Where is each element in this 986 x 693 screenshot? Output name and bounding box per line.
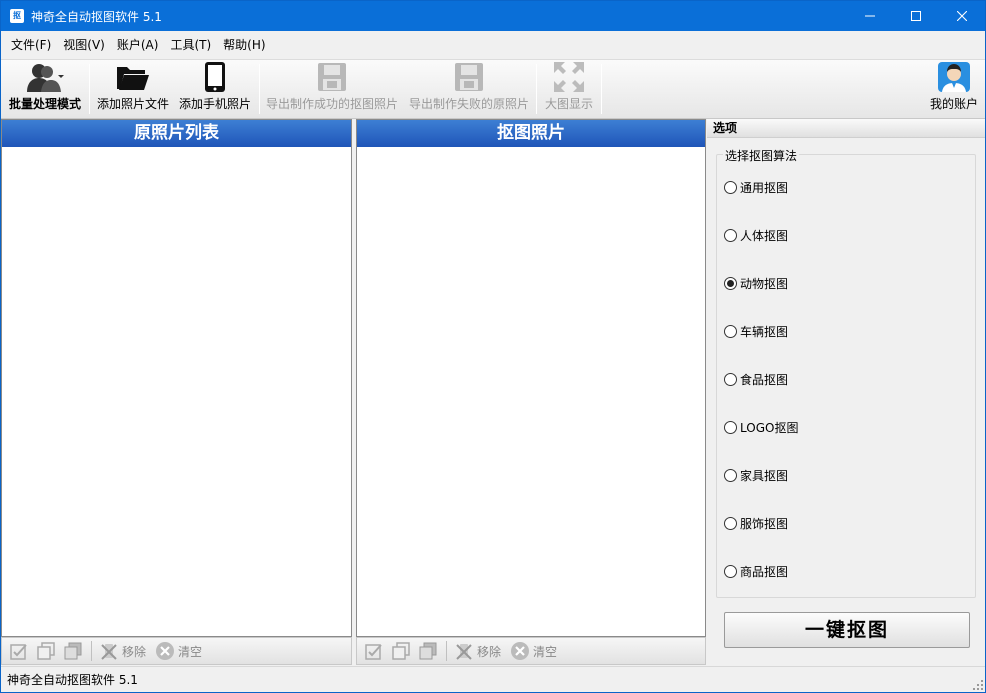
add-phone-photo-label: 添加手机照片: [178, 97, 251, 111]
radio-label: 动物抠图: [740, 277, 789, 291]
invert-selection-icon[interactable]: [417, 640, 439, 662]
toolbar-separator: [259, 64, 260, 114]
menu-view[interactable]: 视图(V): [57, 31, 111, 59]
menu-help[interactable]: 帮助(H): [217, 31, 271, 59]
export-failed-button[interactable]: 导出制作失败的原照片: [407, 60, 531, 118]
algorithm-radio-7[interactable]: 服饰抠图: [724, 515, 788, 532]
toolbar-separator: [89, 64, 90, 114]
my-account-label: 我的账户: [929, 97, 978, 111]
menu-tools[interactable]: 工具(T): [164, 31, 217, 59]
users-icon: [25, 60, 65, 93]
clear-icon[interactable]: [154, 640, 176, 662]
algorithm-radio-2[interactable]: 动物抠图: [724, 275, 788, 292]
radio-label: 商品抠图: [740, 565, 789, 579]
export-success-button[interactable]: 导出制作成功的抠图照片: [265, 60, 399, 118]
original-photo-list-panel[interactable]: 原照片列表: [1, 119, 352, 637]
batch-mode-label: 批量处理模式: [8, 97, 81, 111]
algorithm-radio-4[interactable]: 食品抠图: [724, 371, 788, 388]
radio-label: 家具抠图: [740, 469, 789, 483]
separator: [446, 641, 447, 661]
separator: [91, 641, 92, 661]
options-header: 选项: [707, 119, 985, 138]
radio-button[interactable]: [724, 565, 737, 578]
original-list-actions: 移除 清空: [1, 637, 352, 665]
one-click-cutout-button[interactable]: 一键抠图: [724, 612, 970, 648]
remove-icon[interactable]: [98, 640, 120, 662]
algorithm-radio-0[interactable]: 通用抠图: [724, 179, 788, 196]
radio-label: 人体抠图: [740, 229, 789, 243]
app-window: 抠 神奇全自动抠图软件 5.1 文件(F) 视图(V) 账户(A) 工具(T) …: [0, 0, 986, 693]
radio-button[interactable]: [724, 325, 737, 338]
batch-mode-button[interactable]: 批量处理模式: [7, 60, 83, 118]
cutout-list-actions: 移除 清空: [356, 637, 706, 665]
status-text: 神奇全自动抠图软件 5.1: [7, 673, 138, 687]
save-disk-icon: [454, 60, 484, 93]
algorithm-radio-3[interactable]: 车辆抠图: [724, 323, 788, 340]
original-photo-list-title: 原照片列表: [2, 120, 351, 147]
uncheck-all-icon[interactable]: [390, 640, 412, 662]
my-account-button[interactable]: 我的账户: [923, 60, 985, 118]
save-disk-icon: [317, 60, 347, 93]
check-all-icon[interactable]: [8, 640, 30, 662]
title-bar[interactable]: 抠 神奇全自动抠图软件 5.1: [1, 1, 985, 31]
maximize-button[interactable]: [893, 1, 939, 31]
uncheck-all-icon[interactable]: [35, 640, 57, 662]
minimize-button[interactable]: [847, 1, 893, 31]
remove-button[interactable]: 移除: [477, 643, 501, 660]
toolbar: 批量处理模式 添加照片文件 添加手机照片 导出制作成功的抠图照片 导出制作失败的…: [1, 59, 985, 119]
resize-grip-icon: [973, 680, 983, 690]
add-photo-file-button[interactable]: 添加照片文件: [95, 60, 171, 118]
menu-file[interactable]: 文件(F): [5, 31, 57, 59]
check-all-icon[interactable]: [363, 640, 385, 662]
options-panel: 选项 选择抠图算法 通用抠图人体抠图动物抠图车辆抠图食品抠图 LOGO抠图 家具抠图…: [707, 119, 985, 665]
folder-open-icon: [116, 60, 150, 93]
radio-label: 服饰抠图: [740, 517, 789, 531]
export-failed-label: 导出制作失败的原照片: [408, 97, 529, 111]
cutout-photo-title: 抠图照片: [357, 120, 705, 147]
radio-button[interactable]: [724, 181, 737, 194]
radio-label: 通用抠图: [740, 181, 789, 195]
algorithm-group-title: 选择抠图算法: [723, 147, 800, 164]
invert-selection-icon[interactable]: [62, 640, 84, 662]
add-phone-photo-button[interactable]: 添加手机照片: [177, 60, 253, 118]
export-success-label: 导出制作成功的抠图照片: [265, 97, 398, 111]
radio-label: 车辆抠图: [740, 325, 789, 339]
radio-button[interactable]: [724, 421, 737, 434]
remove-icon[interactable]: [453, 640, 475, 662]
algorithm-radio-8[interactable]: 商品抠图: [724, 563, 788, 580]
radio-button[interactable]: [724, 229, 737, 242]
maximize-icon: [911, 11, 921, 21]
algorithm-radio-6[interactable]: 家具抠图: [724, 467, 788, 484]
expand-icon: [553, 60, 585, 93]
window-title: 神奇全自动抠图软件 5.1: [31, 9, 162, 24]
phone-icon: [204, 60, 226, 93]
remove-button[interactable]: 移除: [122, 643, 146, 660]
menu-bar: 文件(F) 视图(V) 账户(A) 工具(T) 帮助(H): [1, 31, 985, 59]
close-button[interactable]: [939, 1, 985, 31]
radio-button[interactable]: [724, 373, 737, 386]
toolbar-separator: [536, 64, 537, 114]
clear-icon[interactable]: [509, 640, 531, 662]
algorithm-radio-1[interactable]: 人体抠图: [724, 227, 788, 244]
big-view-button[interactable]: 大图显示: [541, 60, 597, 118]
close-icon: [957, 11, 967, 21]
toolbar-separator: [601, 64, 602, 114]
avatar-icon: [937, 60, 971, 93]
algorithm-group: 选择抠图算法 通用抠图人体抠图动物抠图车辆抠图食品抠图 LOGO抠图 家具抠图服饰抠…: [716, 147, 976, 598]
add-photo-file-label: 添加照片文件: [96, 97, 169, 111]
radio-button[interactable]: [724, 277, 737, 290]
minimize-icon: [865, 15, 875, 17]
menu-account[interactable]: 账户(A): [111, 31, 165, 59]
clear-button[interactable]: 清空: [533, 643, 557, 660]
radio-label: 食品抠图: [740, 373, 789, 387]
radio-button[interactable]: [724, 469, 737, 482]
algorithm-radio-5[interactable]: LOGO抠图: [724, 419, 798, 436]
status-bar: 神奇全自动抠图软件 5.1: [1, 666, 985, 692]
app-icon: 抠: [10, 9, 24, 23]
radio-label: LOGO抠图: [740, 421, 799, 435]
clear-button[interactable]: 清空: [178, 643, 202, 660]
big-view-label: 大图显示: [544, 97, 593, 111]
radio-button[interactable]: [724, 517, 737, 530]
cutout-photo-panel[interactable]: 抠图照片: [356, 119, 706, 637]
